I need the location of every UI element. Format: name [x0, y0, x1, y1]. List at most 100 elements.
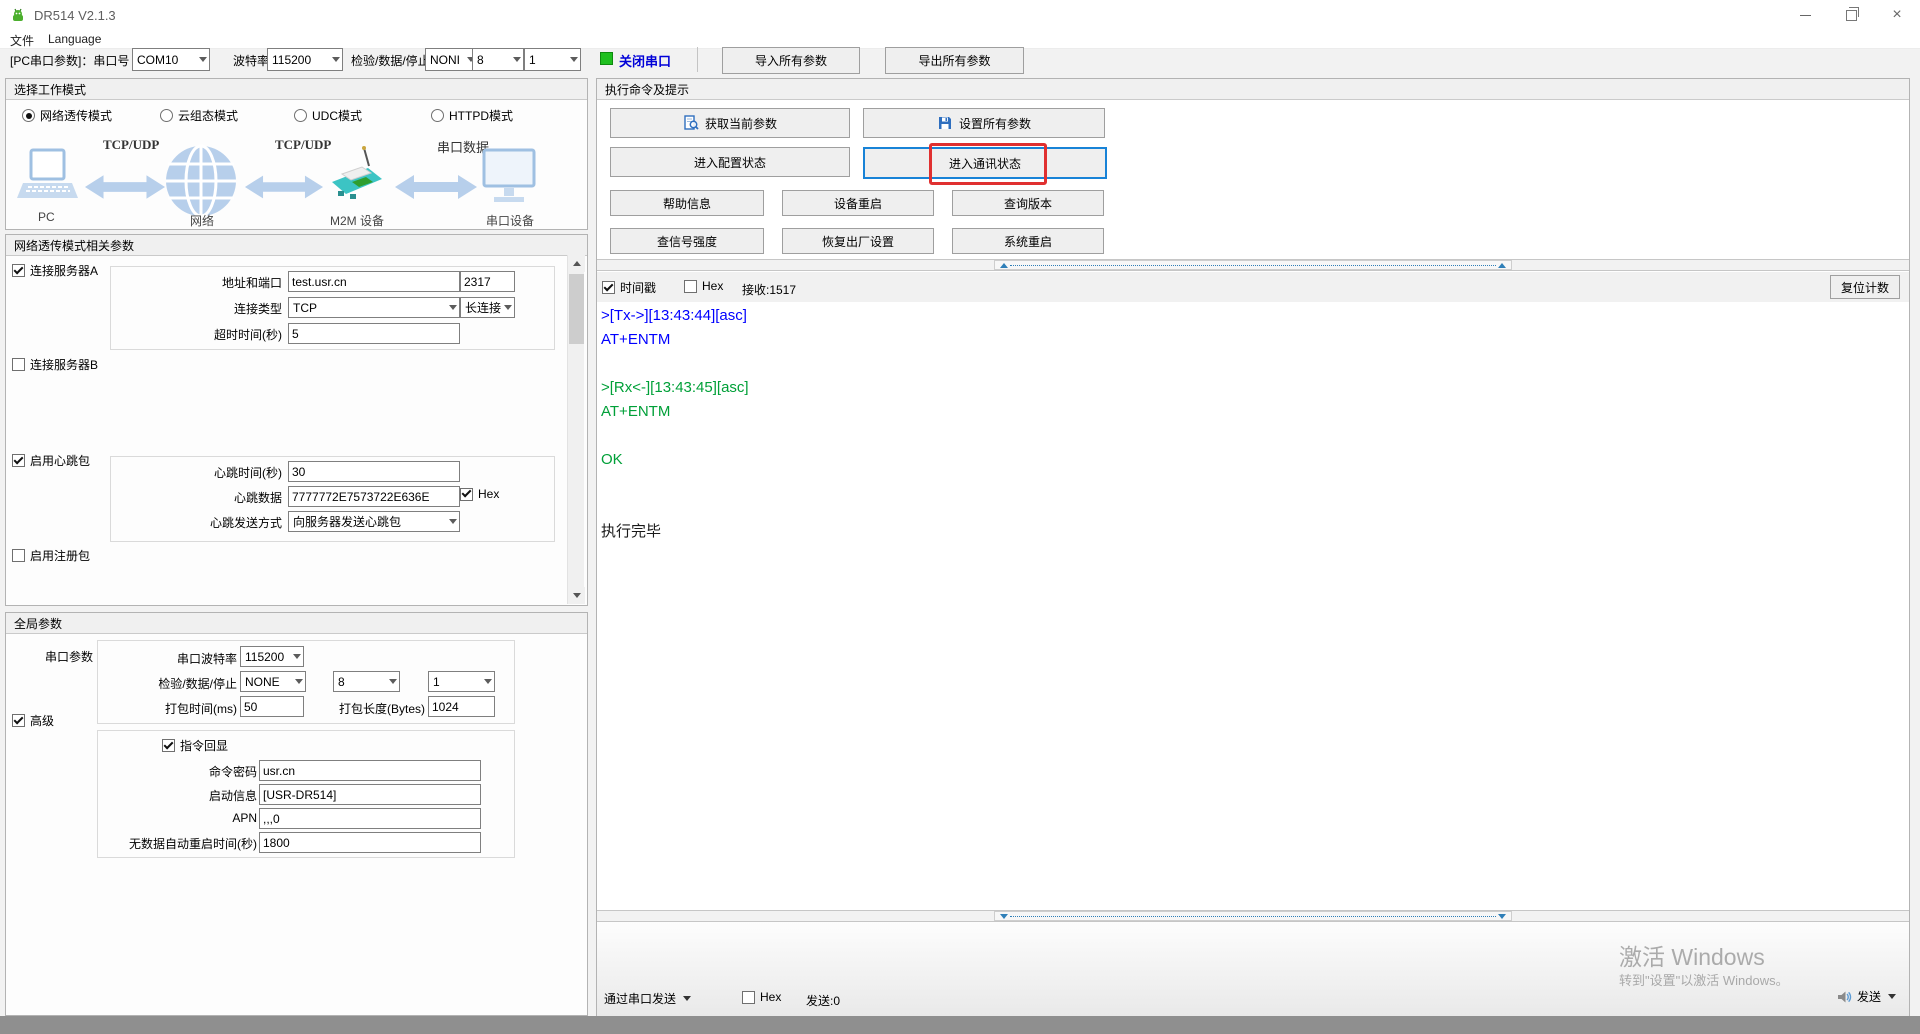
server-a-address-input[interactable]: test.usr.cn	[288, 271, 460, 292]
checkbox-icon	[742, 991, 755, 1004]
com-port-select[interactable]: COM10	[132, 48, 210, 71]
chevron-down-icon	[683, 996, 691, 1001]
net-params-scrollbar[interactable]	[567, 255, 584, 604]
databits-select[interactable]: 8	[472, 48, 524, 71]
serial-baud-select[interactable]: 115200	[240, 646, 304, 667]
close-port-button[interactable]: 关闭串口	[619, 51, 671, 70]
keepalive-select[interactable]: 长连接	[460, 297, 515, 318]
mode-radio-cloud[interactable]: 云组态模式	[160, 107, 238, 124]
device-restart-button[interactable]: 设备重启	[782, 190, 934, 216]
parity-select[interactable]: NONI	[425, 48, 478, 71]
receive-count-label: 接收:1517	[742, 281, 796, 298]
restore-button[interactable]	[1828, 0, 1874, 30]
heartbeat-time-label: 心跳时间(秒)	[180, 464, 282, 481]
checkbox-icon	[162, 739, 175, 752]
activate-windows-watermark-sub: 转到"设置"以激活 Windows。	[1619, 970, 1789, 989]
log-line: AT+ENTM	[601, 328, 1909, 352]
enter-comm-button[interactable]: 进入通讯状态	[863, 147, 1107, 179]
scroll-down-button[interactable]	[568, 587, 585, 604]
send-button[interactable]: 发送	[1836, 988, 1896, 1005]
server-b-checkbox[interactable]: 连接服务器B	[12, 356, 98, 373]
server-a-checkbox[interactable]: 连接服务器A	[12, 262, 98, 279]
title-bar: DR514 V2.1.3 ×	[0, 0, 1920, 30]
serial-parity-label: 检验/数据/停止	[150, 675, 237, 692]
pack-time-input[interactable]: 50	[240, 696, 304, 717]
stopbits-select[interactable]: 1	[524, 48, 581, 71]
log-hex-checkbox[interactable]: Hex	[684, 279, 723, 293]
conn-type-select[interactable]: TCP	[288, 297, 460, 318]
log-output-area[interactable]: >[Tx->][13:43:44][asc] AT+ENTM >[Rx<-][1…	[597, 302, 1909, 910]
addr-port-label: 地址和端口	[180, 274, 282, 291]
timestamp-checkbox[interactable]: 时间戳	[602, 279, 656, 296]
server-a-port-input[interactable]: 2317	[460, 271, 515, 292]
menu-file[interactable]: 文件	[10, 32, 34, 49]
menu-language[interactable]: Language	[48, 32, 101, 46]
global-params-header: 全局参数	[6, 613, 587, 634]
scroll-up-button[interactable]	[568, 255, 585, 272]
splitter-handle[interactable]	[994, 911, 1512, 921]
enter-config-button[interactable]: 进入配置状态	[610, 147, 850, 177]
diagram-link2-label: TCP/UDP	[275, 137, 331, 153]
minimize-icon	[1800, 15, 1811, 16]
timeout-input[interactable]: 5	[288, 323, 460, 344]
heartbeat-mode-select[interactable]: 向服务器发送心跳包	[288, 511, 460, 532]
scrollbar-thumb[interactable]	[569, 274, 584, 344]
serial-stopbits-select[interactable]: 1	[428, 671, 495, 692]
triangle-up-icon	[1000, 263, 1008, 268]
apn-label: APN	[170, 811, 257, 825]
pack-time-label: 打包时间(ms)	[150, 700, 237, 717]
system-restart-button[interactable]: 系统重启	[952, 228, 1104, 254]
serial-databits-select[interactable]: 8	[333, 671, 400, 692]
import-params-button[interactable]: 导入所有参数	[722, 47, 860, 74]
chevron-down-icon	[570, 57, 578, 62]
mode-radio-transparent[interactable]: 网络透传模式	[22, 107, 112, 124]
baud-select[interactable]: 115200	[267, 48, 343, 71]
help-button[interactable]: 帮助信息	[610, 190, 764, 216]
checkbox-icon	[12, 714, 25, 727]
checkbox-icon	[12, 264, 25, 277]
boot-msg-input[interactable]: [USR-DR514]	[259, 784, 481, 805]
save-floppy-icon	[937, 115, 953, 131]
chevron-down-icon	[295, 679, 303, 684]
apn-input[interactable]: ,,,0	[259, 808, 481, 829]
log-splitter-bottom[interactable]	[597, 910, 1909, 922]
activate-windows-watermark: 激活 Windows	[1619, 938, 1765, 972]
reset-count-button[interactable]: 复位计数	[1830, 275, 1900, 299]
send-hex-checkbox[interactable]: Hex	[742, 990, 781, 1004]
chevron-down-icon	[332, 57, 340, 62]
log-line: >[Rx<-][13:43:45][asc]	[601, 376, 1909, 400]
heartbeat-time-input[interactable]: 30	[288, 461, 460, 482]
auto-restart-input[interactable]: 1800	[259, 832, 481, 853]
serial-device-monitor-icon	[482, 148, 536, 206]
radio-icon	[22, 109, 35, 122]
register-packet-checkbox[interactable]: 启用注册包	[12, 547, 90, 564]
send-via-serial-dropdown[interactable]: 通过串口发送	[604, 990, 691, 1007]
close-button[interactable]: ×	[1874, 0, 1920, 30]
log-line: AT+ENTM	[601, 400, 1909, 424]
advanced-checkbox[interactable]: 高级	[12, 712, 54, 729]
log-splitter-top[interactable]	[597, 259, 1909, 271]
serial-parity-select[interactable]: NONE	[240, 671, 306, 692]
splitter-handle[interactable]	[994, 260, 1512, 270]
minimize-button[interactable]	[1782, 0, 1828, 30]
log-line	[601, 352, 1909, 376]
signal-strength-button[interactable]: 查信号强度	[610, 228, 764, 254]
mode-radio-httpd[interactable]: HTTPD模式	[431, 107, 513, 124]
log-line	[601, 424, 1909, 448]
query-version-button[interactable]: 查询版本	[952, 190, 1104, 216]
factory-reset-button[interactable]: 恢复出厂设置	[782, 228, 934, 254]
get-params-button[interactable]: 获取当前参数	[610, 108, 850, 138]
heartbeat-data-input[interactable]: 7777772E7573722E636E	[288, 486, 460, 507]
set-params-button[interactable]: 设置所有参数	[863, 108, 1105, 138]
echo-checkbox[interactable]: 指令回显	[162, 737, 228, 754]
mode-radio-udc[interactable]: UDC模式	[294, 107, 362, 124]
export-params-button[interactable]: 导出所有参数	[885, 47, 1024, 74]
pc-serial-port-label: [PC串口参数]：串口号	[10, 52, 129, 69]
pack-len-input[interactable]: 1024	[428, 696, 495, 717]
heartbeat-hex-checkbox[interactable]: Hex	[460, 487, 499, 501]
conn-type-label: 连接类型	[180, 300, 282, 317]
splitter-dots	[1010, 916, 1496, 917]
chevron-down-icon	[199, 57, 207, 62]
cmd-password-input[interactable]: usr.cn	[259, 760, 481, 781]
heartbeat-checkbox[interactable]: 启用心跳包	[12, 452, 90, 469]
